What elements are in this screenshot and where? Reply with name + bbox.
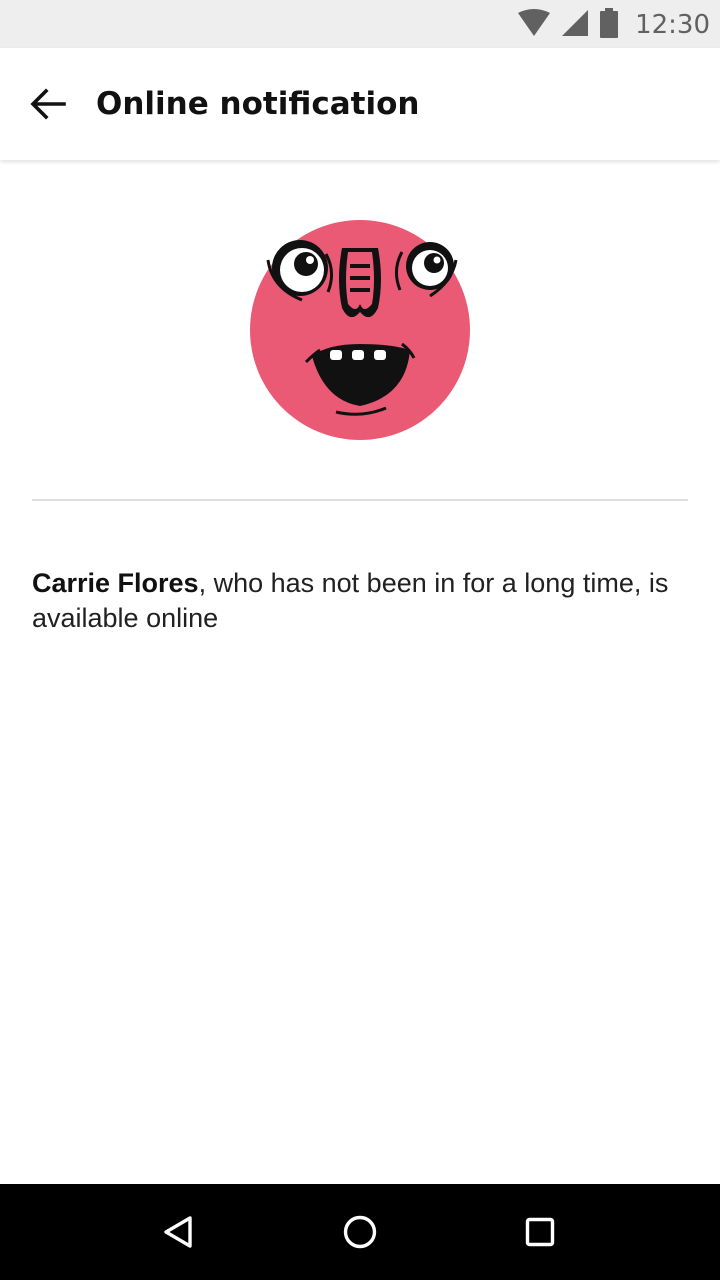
home-circle-icon <box>343 1215 377 1249</box>
app-bar: Online notification <box>0 48 720 160</box>
nav-recents-button[interactable] <box>510 1204 570 1260</box>
status-icons: 12:30 <box>517 7 710 43</box>
user-name: Carrie Flores <box>32 568 199 598</box>
avatar <box>250 220 470 440</box>
recents-square-icon <box>525 1217 555 1247</box>
arrow-back-icon <box>30 88 66 120</box>
divider <box>32 499 688 501</box>
back-triangle-icon <box>164 1216 192 1248</box>
nav-home-button[interactable] <box>330 1204 390 1260</box>
page-title: Online notification <box>96 86 420 122</box>
status-time: 12:30 <box>635 10 710 40</box>
monster-face-avatar-icon <box>250 220 470 440</box>
notification-message: Carrie Flores, who has not been in for a… <box>32 566 692 636</box>
back-button[interactable] <box>20 78 76 130</box>
wifi-icon <box>517 8 551 42</box>
cell-signal-icon <box>561 9 589 42</box>
status-bar: 12:30 <box>0 0 720 48</box>
nav-back-button[interactable] <box>148 1204 208 1260</box>
system-nav-bar <box>0 1184 720 1280</box>
battery-icon <box>599 7 619 43</box>
